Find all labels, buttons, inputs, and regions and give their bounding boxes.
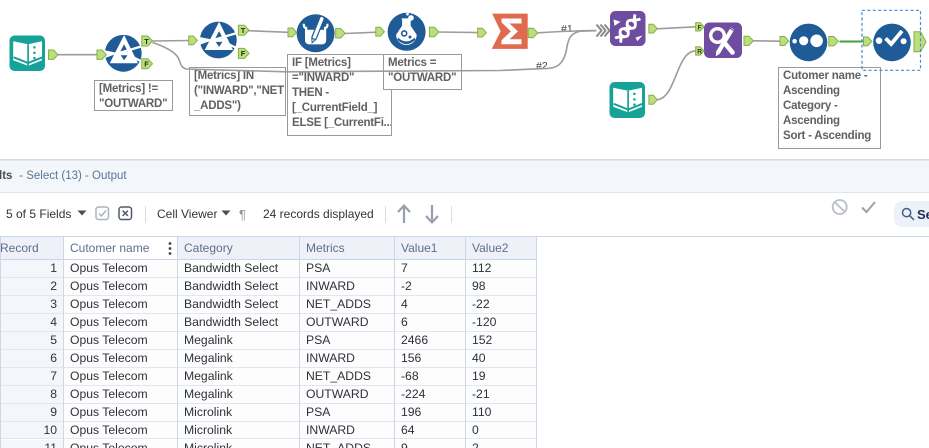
svg-text:R: R: [697, 49, 702, 56]
svg-text:F: F: [241, 49, 246, 58]
svg-text:T: T: [144, 37, 149, 46]
svg-text:F: F: [698, 25, 702, 32]
svg-text:T: T: [241, 26, 246, 35]
svg-text:F: F: [144, 60, 149, 69]
